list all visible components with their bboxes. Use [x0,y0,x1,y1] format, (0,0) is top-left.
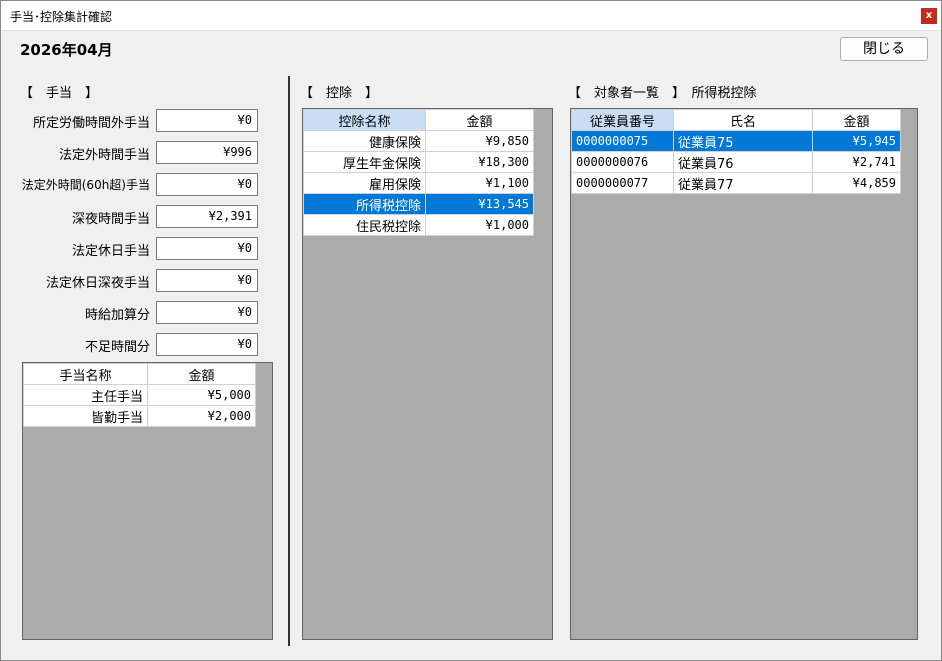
field-holiday[interactable]: ¥0 [156,237,258,260]
cell-allowance-name[interactable]: 皆勤手当 [23,405,148,427]
title-bar: 手当･控除集計確認 x [1,1,941,31]
targets-section-label: 【 対象者一覧 】 所得税控除 [568,86,757,101]
targets-grid[interactable]: 従業員番号 氏名 金額 0000000075 従業員75 ¥5,945 0000… [570,108,918,640]
table-row[interactable]: 0000000076 従業員76 ¥2,741 [571,151,901,173]
cell-employee-id[interactable]: 0000000077 [571,172,674,194]
cell-amount[interactable]: ¥1,000 [425,214,534,236]
table-header-row: 従業員番号 氏名 金額 [571,109,901,131]
cell-deduction-name[interactable]: 雇用保険 [303,172,426,194]
column-header-deduction-name[interactable]: 控除名称 [303,109,426,131]
cell-employee-name[interactable]: 従業員75 [673,130,813,152]
field-overtime-prescribed[interactable]: ¥0 [156,109,258,132]
table-row[interactable]: 皆勤手当 ¥2,000 [23,405,256,427]
field-overtime-statutory[interactable]: ¥996 [156,141,258,164]
window-title: 手当･控除集計確認 [10,10,113,24]
cell-amount[interactable]: ¥5,000 [147,384,256,406]
cell-amount[interactable]: ¥2,000 [147,405,256,427]
close-button[interactable]: 閉じる [840,37,928,61]
cell-amount[interactable]: ¥2,741 [812,151,901,173]
cell-employee-id[interactable]: 0000000075 [571,130,674,152]
cell-deduction-name[interactable]: 健康保険 [303,130,426,152]
period-label: 2026年04月 [20,41,113,59]
cell-employee-name[interactable]: 従業員77 [673,172,813,194]
cell-deduction-name[interactable]: 所得税控除 [303,193,426,215]
table-row-selected[interactable]: 0000000075 従業員75 ¥5,945 [571,130,901,152]
cell-amount[interactable]: ¥9,850 [425,130,534,152]
field-label-hourly-addition: 時給加算分 [84,308,150,323]
allowance-section-label: 【 手当 】 [20,86,99,101]
section-divider [288,76,290,646]
field-label-shortage: 不足時間分 [84,340,150,355]
field-late-night[interactable]: ¥2,391 [156,205,258,228]
cell-employee-name[interactable]: 従業員76 [673,151,813,173]
window-close-icon[interactable]: x [921,8,937,24]
field-label-holiday: 法定休日手当 [71,244,150,259]
field-shortage[interactable]: ¥0 [156,333,258,356]
table-header-row: 控除名称 金額 [303,109,534,131]
cell-amount[interactable]: ¥5,945 [812,130,901,152]
cell-amount[interactable]: ¥13,545 [425,193,534,215]
cell-amount[interactable]: ¥4,859 [812,172,901,194]
table-row[interactable]: 住民税控除 ¥1,000 [303,214,534,236]
table-row[interactable]: 厚生年金保険 ¥18,300 [303,151,534,173]
allowance-grid[interactable]: 手当名称 金額 主任手当 ¥5,000 皆勤手当 ¥2,000 [22,362,273,640]
deduction-grid[interactable]: 控除名称 金額 健康保険 ¥9,850 厚生年金保険 ¥18,300 雇用保険 … [302,108,553,640]
cell-deduction-name[interactable]: 住民税控除 [303,214,426,236]
table-header-row: 手当名称 金額 [23,363,256,385]
table-row-selected[interactable]: 所得税控除 ¥13,545 [303,193,534,215]
column-header-employee-id[interactable]: 従業員番号 [571,109,674,131]
field-hourly-addition[interactable]: ¥0 [156,301,258,324]
summary-window: 手当･控除集計確認 x 2026年04月 閉じる 【 手当 】 所定労働時間外手… [0,0,942,661]
cell-allowance-name[interactable]: 主任手当 [23,384,148,406]
cell-deduction-name[interactable]: 厚生年金保険 [303,151,426,173]
field-label-overtime-prescribed: 所定労働時間外手当 [32,116,150,131]
deduction-section-label: 【 控除 】 [300,86,379,101]
column-header-employee-name[interactable]: 氏名 [673,109,813,131]
column-header-amount[interactable]: 金額 [147,363,256,385]
table-row[interactable]: 健康保険 ¥9,850 [303,130,534,152]
field-label-overtime-statutory: 法定外時間手当 [58,148,150,163]
column-header-amount[interactable]: 金額 [425,109,534,131]
cell-amount[interactable]: ¥1,100 [425,172,534,194]
field-holiday-late-night[interactable]: ¥0 [156,269,258,292]
column-header-amount[interactable]: 金額 [812,109,901,131]
field-label-holiday-late-night: 法定休日深夜手当 [45,276,150,291]
cell-employee-id[interactable]: 0000000076 [571,151,674,173]
field-label-overtime-60h: 法定外時間(60h超)手当 [21,178,150,192]
table-row[interactable]: 雇用保険 ¥1,100 [303,172,534,194]
column-header-allowance-name[interactable]: 手当名称 [23,363,148,385]
cell-amount[interactable]: ¥18,300 [425,151,534,173]
field-label-late-night: 深夜時間手当 [71,212,150,227]
field-overtime-60h[interactable]: ¥0 [156,173,258,196]
table-row[interactable]: 0000000077 従業員77 ¥4,859 [571,172,901,194]
table-row[interactable]: 主任手当 ¥5,000 [23,384,256,406]
